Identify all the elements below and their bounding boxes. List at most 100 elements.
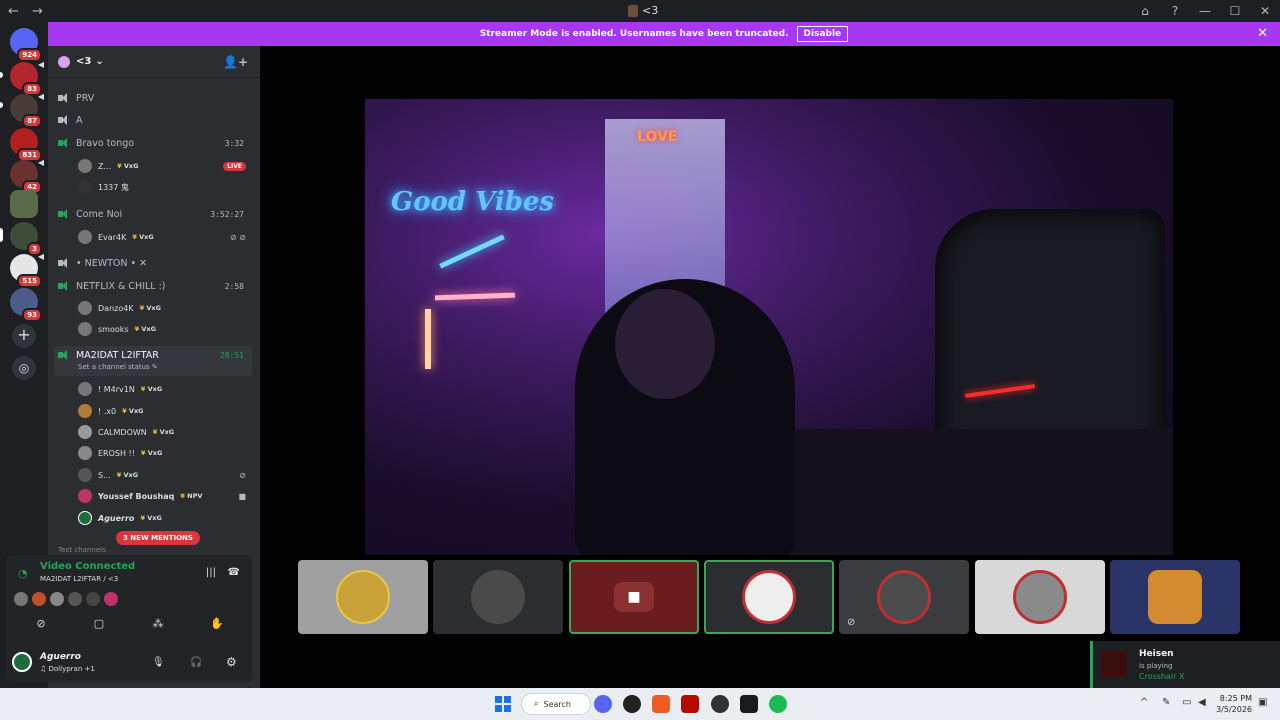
voice-user[interactable]: smooksVxG xyxy=(78,320,252,338)
disconnect-icon[interactable]: ☎ xyxy=(228,567,240,578)
avatar xyxy=(68,592,82,606)
discord-app-icon[interactable] xyxy=(594,695,612,713)
participant-tile[interactable] xyxy=(1110,560,1240,634)
gear-icon[interactable]: ⚙ xyxy=(226,655,237,669)
voice-channel-path[interactable]: MA2IDAT L2IFTAR / <3 xyxy=(40,575,118,583)
voice-user[interactable]: ! M4rv1NVxG xyxy=(78,380,252,398)
participant-tile[interactable] xyxy=(433,560,563,634)
app-icon[interactable] xyxy=(623,695,641,713)
vegas-icon[interactable] xyxy=(740,695,758,713)
voice-channel-come-noi[interactable]: Come Noi 3:52:27 xyxy=(58,205,252,223)
participant-tile[interactable] xyxy=(704,560,834,634)
server-icon[interactable]: 831 xyxy=(10,128,42,162)
live-badge: LIVE xyxy=(223,161,246,171)
channel-status[interactable]: Set a channel status ✎ xyxy=(78,363,158,371)
headset-icon[interactable]: 🎧 xyxy=(190,657,202,668)
server-icon[interactable] xyxy=(10,190,38,218)
forward-arrow-icon[interactable]: → xyxy=(32,4,48,19)
close-icon[interactable]: ✕ xyxy=(1257,26,1268,41)
participant-tile[interactable] xyxy=(975,560,1105,634)
microphone-icon[interactable]: 🎙 xyxy=(152,657,165,668)
server-folder[interactable]: 93 xyxy=(10,288,42,322)
deafened-icon: ⊘ xyxy=(239,470,246,480)
new-mentions-button[interactable]: 3 NEW MENTIONS xyxy=(116,531,200,545)
server-icon[interactable]: ◀ 83 xyxy=(10,60,44,96)
maximize-button[interactable]: ☐ xyxy=(1220,4,1250,18)
invite-icon[interactable]: 👤+ xyxy=(223,55,248,69)
pen-icon[interactable]: ✎ xyxy=(1162,697,1170,708)
speaker-icon xyxy=(58,93,70,103)
voice-channel-bravo[interactable]: Bravo tongo 3:32 xyxy=(58,134,252,152)
voice-user[interactable]: ! .x0VxG xyxy=(78,402,252,420)
voice-user[interactable]: Z...VxGLIVE xyxy=(78,157,252,175)
volume-icon[interactable]: ◀ xyxy=(1198,697,1206,708)
disable-button[interactable]: Disable xyxy=(796,26,849,42)
notification-icon[interactable]: ▣ xyxy=(1258,697,1267,708)
soundboard-icon[interactable]: ✋ xyxy=(210,617,224,631)
participant-tile[interactable]: ⊘ xyxy=(839,560,969,634)
screen-share-icon[interactable]: ▢ xyxy=(92,617,106,631)
windows-start-icon[interactable] xyxy=(495,696,511,712)
voice-user[interactable]: Danzo4KVxG xyxy=(78,299,252,317)
avatar xyxy=(86,592,100,606)
voice-channel-netflix[interactable]: NETFLIX & CHILL :) 2:58 xyxy=(58,277,252,295)
speaker-icon: ◀ xyxy=(37,252,44,261)
unread-pill xyxy=(0,72,3,78)
back-arrow-icon[interactable]: ← xyxy=(8,4,24,19)
signal-icon[interactable]: ◔ xyxy=(18,567,30,580)
window-title: <3 xyxy=(628,4,658,17)
activity-toast[interactable]: Heisen is playing Crosshair X xyxy=(1090,641,1280,688)
voice-user[interactable]: CALMDOWNVxG xyxy=(78,423,252,441)
voice-channel-a[interactable]: A xyxy=(58,111,252,129)
chair-led xyxy=(965,384,1035,398)
user-avatar[interactable] xyxy=(12,652,32,672)
voice-channel-newton[interactable]: • NEWTON • ✕ xyxy=(58,254,252,272)
stream-video[interactable]: Good Vibes LOVE xyxy=(365,99,1173,555)
acrobat-icon[interactable] xyxy=(681,695,699,713)
app-icon[interactable] xyxy=(711,695,729,713)
text-channels-category[interactable]: Text channels xyxy=(58,546,106,554)
inbox-icon[interactable]: ⌂ xyxy=(1130,4,1160,18)
voice-user[interactable]: S...VxG⊘ xyxy=(78,466,252,484)
server-header[interactable]: <3 ⌄ 👤+ xyxy=(48,46,260,78)
camera-off-icon[interactable]: ⊘ xyxy=(34,617,48,631)
minimize-button[interactable]: — xyxy=(1190,4,1220,18)
add-server-button[interactable]: + xyxy=(12,324,36,348)
unread-pill xyxy=(0,102,3,108)
voice-user[interactable]: Evar4KVxG⊘ ⊘ xyxy=(78,228,252,246)
avatar xyxy=(877,570,931,624)
username[interactable]: Aguerro xyxy=(40,652,81,662)
participant-tile[interactable] xyxy=(298,560,428,634)
voice-user[interactable]: EROSH !!VxG xyxy=(78,444,252,462)
avatar xyxy=(78,511,92,525)
clock[interactable]: 8:25 PM 3/5/2026 xyxy=(1212,693,1252,715)
home-button[interactable]: 924 xyxy=(10,28,42,62)
monitor-icon[interactable]: ▭ xyxy=(1182,697,1191,708)
avatar xyxy=(14,592,28,606)
voice-channel-ma2idat[interactable]: MA2IDAT L2IFTAR 28:51 Set a channel status… xyxy=(54,346,252,376)
explore-button[interactable]: ◎ xyxy=(12,356,36,380)
voice-channel-prv[interactable]: PRV xyxy=(58,89,252,107)
activities-icon[interactable]: ⁂ xyxy=(151,617,165,631)
noise-suppression-icon[interactable]: ||| xyxy=(206,567,216,578)
voice-user[interactable]: AguerroVxG xyxy=(78,509,252,527)
voice-status[interactable]: Video Connected xyxy=(40,561,135,572)
mention-badge: 87 xyxy=(22,114,42,128)
taskbar-search[interactable]: ⌕ Search xyxy=(521,693,591,715)
chevron-up-icon[interactable]: ^ xyxy=(1140,697,1148,708)
avatar xyxy=(78,230,92,244)
avatar xyxy=(78,159,92,173)
voice-user[interactable]: Youssef BoushaqNPV■ xyxy=(78,487,252,505)
voice-user[interactable]: 1337 鬼 xyxy=(78,178,252,196)
server-icon[interactable]: ◀ 42 xyxy=(10,158,44,194)
close-button[interactable]: ✕ xyxy=(1250,4,1280,18)
help-icon[interactable]: ? xyxy=(1160,4,1190,18)
avatar xyxy=(78,301,92,315)
brave-icon[interactable] xyxy=(652,695,670,713)
participant-tile[interactable]: ■ xyxy=(569,560,699,634)
avatar xyxy=(78,425,92,439)
server-icon[interactable]: 3 xyxy=(10,222,42,256)
server-icon[interactable]: ◀ 87 xyxy=(10,92,44,128)
server-icon[interactable]: ◀ 515 xyxy=(10,252,44,288)
spotify-icon[interactable] xyxy=(769,695,787,713)
